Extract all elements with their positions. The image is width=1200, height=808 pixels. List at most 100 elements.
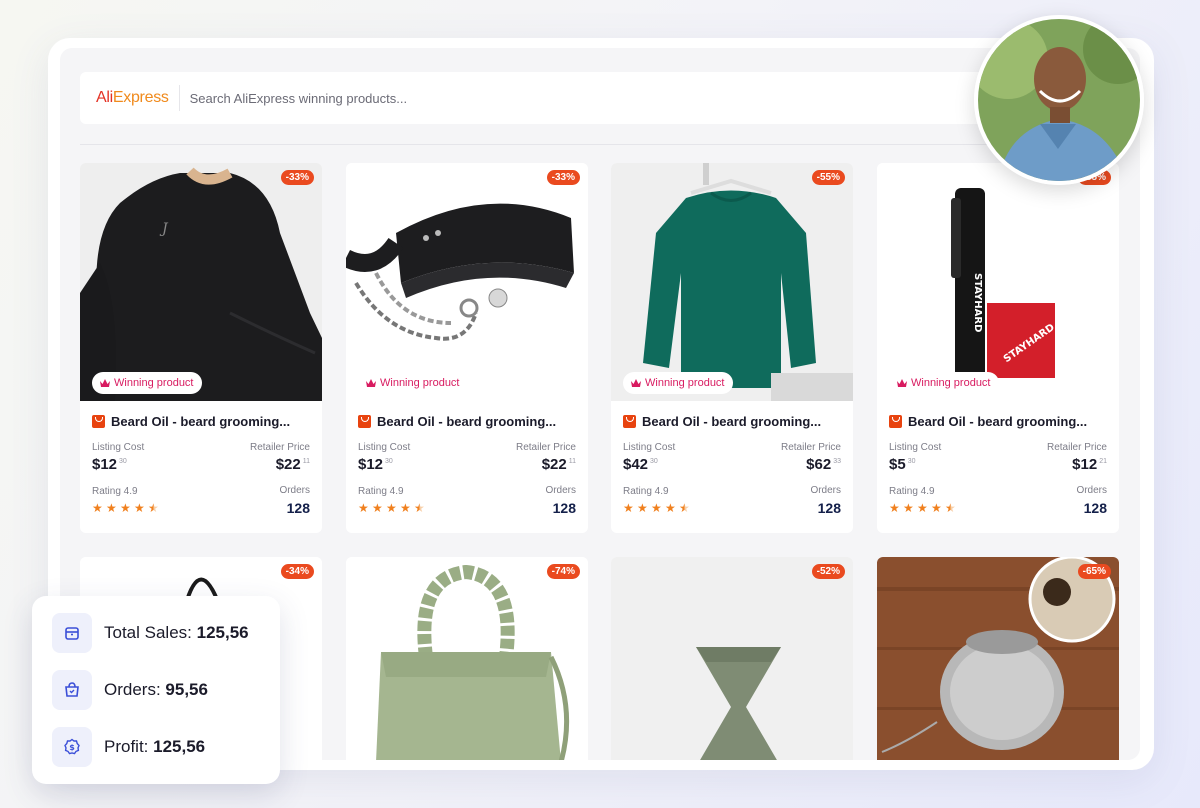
product-card[interactable]: -33% Winning product Beard Oil - beard g…	[346, 163, 588, 533]
star-icon: ★	[92, 501, 103, 515]
aliexpress-icon	[358, 415, 371, 428]
rating-label: Rating 4.9	[889, 486, 935, 497]
crown-icon	[366, 379, 376, 387]
discount-badge: -33%	[546, 170, 580, 185]
orders-value: 128	[286, 500, 310, 516]
discount-badge: -33%	[280, 170, 314, 185]
product-title[interactable]: Beard Oil - beard grooming...	[111, 414, 290, 429]
rating-label: Rating 4.9	[623, 486, 669, 497]
winning-product-tag: Winning product	[623, 372, 733, 394]
winning-product-tag: Winning product	[358, 372, 468, 394]
rating-label: Rating 4.9	[358, 486, 404, 497]
star-icon: ★	[889, 501, 900, 515]
svg-text:STAYHARD: STAYHARD	[972, 273, 983, 332]
star-icon: ★	[386, 501, 397, 515]
product-image[interactable]	[346, 163, 588, 401]
product-card[interactable]: STAYHARD STAYHARD -55% Winning product B…	[877, 163, 1119, 533]
star-icon: ★	[134, 501, 145, 515]
product-image[interactable]: STAYHARD STAYHARD	[877, 163, 1119, 401]
product-card[interactable]: -52%	[611, 557, 853, 760]
retailer-price-value: $22 11	[275, 456, 310, 473]
profit-stat: $ Profit: 125,56	[52, 727, 205, 767]
discount-badge: -65%	[1077, 564, 1111, 579]
crown-icon	[100, 379, 110, 387]
half-star-icon: ★	[414, 501, 425, 515]
product-card[interactable]: -55% Winning product Beard Oil - beard g…	[611, 163, 853, 533]
aliexpress-icon	[623, 415, 636, 428]
product-image[interactable]	[611, 557, 853, 760]
aliexpress-icon	[92, 415, 105, 428]
crown-icon	[897, 379, 907, 387]
product-card[interactable]: -65%	[877, 557, 1119, 760]
retailer-price-label: Retailer Price	[515, 442, 576, 453]
winning-product-tag: Winning product	[92, 372, 202, 394]
star-icon: ★	[120, 501, 131, 515]
product-card[interactable]: J -33% Winning product Beard Oil - beard…	[80, 163, 322, 533]
listing-cost-value: $12 30	[92, 456, 127, 473]
total-sales-stat: Total Sales: 125,56	[52, 613, 249, 653]
orders-value: 128	[1083, 500, 1107, 516]
star-icon: ★	[931, 501, 942, 515]
product-card[interactable]: -74%	[346, 557, 588, 760]
listing-cost-value: $5 30	[889, 456, 916, 473]
listing-cost-label: Listing Cost	[623, 442, 676, 453]
rating-stars: ★ ★ ★ ★ ★	[92, 501, 159, 515]
dollar-badge-icon: $	[52, 727, 92, 767]
rating-stars: ★ ★ ★ ★ ★	[889, 501, 956, 515]
profit-value: 125,56	[153, 737, 206, 756]
discount-badge: -52%	[811, 564, 845, 579]
rating-label: Rating 4.9	[92, 486, 138, 497]
winning-product-tag: Winning product	[889, 372, 999, 394]
discount-badge: -55%	[811, 170, 845, 185]
star-icon: ★	[637, 501, 648, 515]
retailer-price-value: $22 11	[541, 456, 576, 473]
listing-cost-label: Listing Cost	[889, 442, 942, 453]
search-bar[interactable]: AliExpress	[80, 72, 1120, 124]
product-title[interactable]: Beard Oil - beard grooming...	[642, 414, 821, 429]
total-sales-value: 125,56	[196, 623, 249, 642]
box-icon	[52, 613, 92, 653]
orders-value: 128	[817, 500, 841, 516]
stats-card: Total Sales: 125,56 Orders: 95,56 $ Prof…	[32, 596, 280, 784]
product-image[interactable]	[346, 557, 588, 760]
orders-stat-value: 95,56	[165, 680, 208, 699]
retailer-price-label: Retailer Price	[1046, 442, 1107, 453]
retailer-price-value: $62 33	[806, 456, 841, 473]
orders-value: 128	[552, 500, 576, 516]
orders-stat: Orders: 95,56	[52, 670, 208, 710]
divider	[80, 144, 1120, 145]
star-icon: ★	[651, 501, 662, 515]
orders-label: Orders	[1076, 485, 1107, 496]
user-avatar	[974, 15, 1144, 185]
product-title[interactable]: Beard Oil - beard grooming...	[377, 414, 556, 429]
half-star-icon: ★	[945, 501, 956, 515]
star-icon: ★	[106, 501, 117, 515]
product-image[interactable]: J	[80, 163, 322, 401]
svg-text:$: $	[69, 743, 75, 752]
discount-badge: -74%	[546, 564, 580, 579]
rating-stars: ★ ★ ★ ★ ★	[358, 501, 425, 515]
aliexpress-icon	[889, 415, 902, 428]
star-icon: ★	[400, 501, 411, 515]
star-icon: ★	[372, 501, 383, 515]
retailer-price-label: Retailer Price	[249, 442, 310, 453]
search-input[interactable]	[189, 90, 890, 106]
aliexpress-logo[interactable]: AliExpress	[80, 89, 179, 107]
product-image[interactable]	[877, 557, 1119, 760]
orders-label: Orders	[545, 485, 576, 496]
half-star-icon: ★	[679, 501, 690, 515]
retailer-price-label: Retailer Price	[780, 442, 841, 453]
star-icon: ★	[917, 501, 928, 515]
product-title[interactable]: Beard Oil - beard grooming...	[908, 414, 1087, 429]
search-divider	[178, 85, 180, 111]
half-star-icon: ★	[148, 501, 159, 515]
star-icon: ★	[623, 501, 634, 515]
retailer-price-value: $12 21	[1072, 456, 1107, 473]
listing-cost-label: Listing Cost	[92, 442, 145, 453]
product-image[interactable]	[611, 163, 853, 401]
star-icon: ★	[903, 501, 914, 515]
rating-stars: ★ ★ ★ ★ ★	[623, 501, 690, 515]
listing-cost-value: $42 30	[623, 456, 658, 473]
orders-label: Orders	[279, 485, 310, 496]
shopping-bag-icon	[52, 670, 92, 710]
